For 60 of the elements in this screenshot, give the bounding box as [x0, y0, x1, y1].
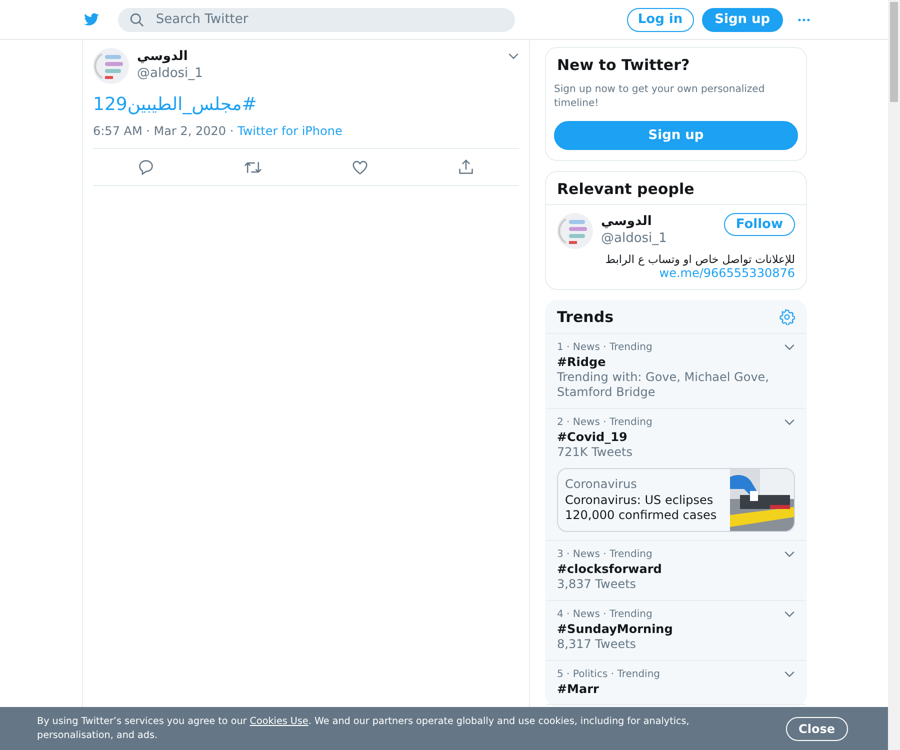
user-handle[interactable]: @aldosi_1: [601, 230, 667, 247]
trend-detail: 3,837 Tweets: [557, 577, 638, 592]
user-name[interactable]: الدوسي: [601, 213, 652, 230]
news-topic: Coronavirus: [565, 477, 638, 491]
trend-hashtag: #Ridge: [557, 355, 607, 369]
reply-icon[interactable]: [138, 159, 154, 175]
trend-hashtag: #Covid_19: [557, 430, 628, 444]
trend-item[interactable]: 5 · Politics · Trending #Marr: [546, 661, 806, 705]
trend-meta: 3 · News · Trending: [557, 549, 652, 560]
search-icon: [130, 12, 144, 26]
news-headline: Coronavirus: US eclipses 120,000 confirmed cases: [565, 493, 718, 523]
bio-link[interactable]: we.me/966555330876: [659, 266, 795, 280]
trend-detail: 721K Tweets: [557, 445, 634, 460]
user-bio: للإعلانات تواصل خاص او وتساب ع الرابط: [605, 253, 795, 266]
chevron-down-icon[interactable]: [784, 671, 795, 678]
share-icon[interactable]: [458, 159, 474, 175]
trend-item[interactable]: 1 · News · Trending #Ridge Trending with: Gove, Michael Gove, Stamford Bridge: [546, 334, 806, 409]
chevron-down-icon[interactable]: [784, 551, 795, 558]
more-icon[interactable]: [798, 18, 810, 22]
close-button[interactable]: Close: [786, 716, 848, 740]
chevron-down-icon[interactable]: [784, 611, 795, 618]
retweet-icon[interactable]: [244, 160, 262, 174]
trend-item[interactable]: 3 · News · Trending #clocksforward 3,837 Tweets: [546, 541, 806, 601]
source-link[interactable]: Twitter for iPhone: [237, 124, 342, 138]
trend-item[interactable]: 2 · News · Trending #Covid_19 721K Tweets Coronavirus Coronavirus: US eclipses 120,000 confirmed cases: [546, 409, 806, 541]
trend-meta: 2 · News · Trending: [557, 417, 652, 428]
trend-meta: 1 · News · Trending: [557, 342, 652, 353]
user-name[interactable]: الدوسي: [137, 48, 188, 65]
chevron-down-icon[interactable]: [784, 419, 795, 426]
user-handle[interactable]: @aldosi_1: [137, 65, 203, 82]
heart-icon[interactable]: [352, 160, 368, 174]
login-button[interactable]: Log in: [626, 8, 694, 32]
cookie-notice: By using Twitter’s services you agree to our Cookies Use. We and our partners operate globally and use cookies, including for analytics, personalisation, and ads.: [37, 714, 690, 742]
avatar[interactable]: [557, 213, 593, 249]
signup-button[interactable]: Sign up: [554, 121, 798, 150]
trend-item[interactable]: 4 · News · Trending #SundayMorning 8,317 Tweets: [546, 601, 806, 661]
chevron-down-icon[interactable]: [784, 344, 795, 351]
search-field[interactable]: Search Twitter: [118, 8, 515, 32]
scrollbar[interactable]: [888, 0, 900, 750]
card-title: Trends: [556, 308, 614, 326]
trend-meta: 4 · News · Trending: [557, 609, 652, 620]
avatar[interactable]: [93, 48, 129, 84]
card-title: Relevant people: [546, 172, 806, 205]
trend-detail: 8,317 Tweets: [557, 637, 638, 652]
settings-icon[interactable]: [779, 309, 795, 325]
card-title: New to Twitter?: [556, 56, 691, 74]
hashtag-link[interactable]: #مجلس_الطيبين129: [83, 84, 267, 115]
news-card[interactable]: Coronavirus Coronavirus: US eclipses 120,000 confirmed cases: [557, 468, 795, 532]
signup-button[interactable]: Sign up: [702, 8, 784, 32]
signup-text: Sign up now to get your own personalized timeline!: [554, 83, 766, 111]
follow-button[interactable]: Follow: [724, 213, 795, 236]
trend-meta: 5 · Politics · Trending: [557, 669, 660, 680]
chevron-down-icon[interactable]: [508, 53, 519, 60]
trend-hashtag: #SundayMorning: [557, 622, 674, 636]
tweet-timestamp: 6:57 AM · Mar 2, 2020 ·: [93, 124, 235, 138]
trend-detail: Trending with: Gove, Michael Gove, Stamford Bridge: [557, 370, 770, 400]
bird-logo-icon[interactable]: [84, 11, 99, 28]
cookies-use-link[interactable]: Cookies Use: [250, 716, 308, 726]
trend-hashtag: #clocksforward: [557, 562, 663, 576]
trend-hashtag: #Marr: [557, 682, 600, 696]
